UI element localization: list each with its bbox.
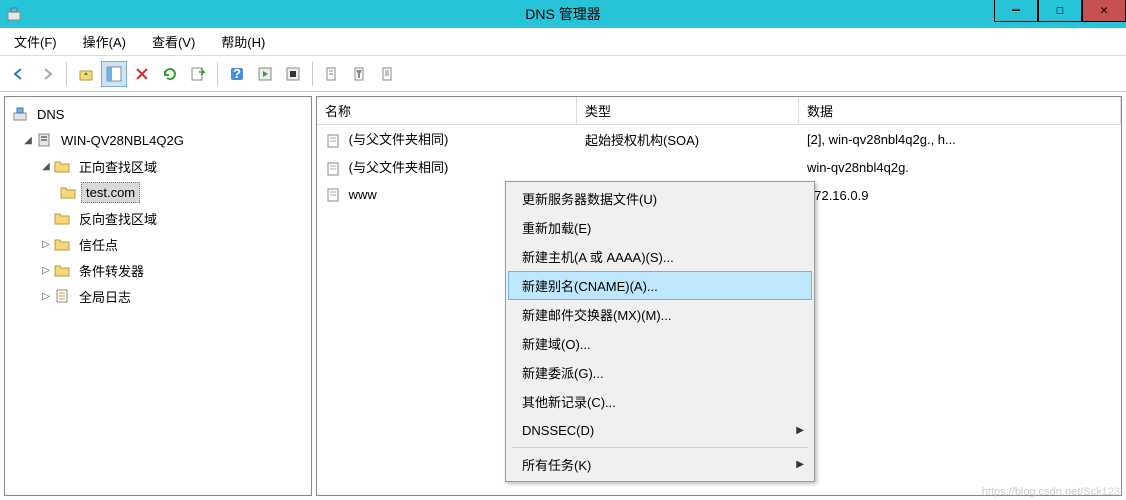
stop-button[interactable]: [280, 61, 306, 87]
server-icon: [35, 131, 53, 149]
toolbar: ?: [0, 56, 1126, 92]
new-item-button[interactable]: [319, 61, 345, 87]
ctx-label: 所有任务(K): [522, 455, 591, 474]
folder-icon: [53, 261, 71, 279]
ctx-dnssec[interactable]: DNSSEC(D) ▶: [508, 416, 812, 445]
cell-text: www: [349, 187, 377, 202]
ctx-new-domain[interactable]: 新建域(O)...: [508, 329, 812, 358]
tree-label: DNS: [33, 105, 68, 124]
ctx-new-delegation[interactable]: 新建委派(G)...: [508, 358, 812, 387]
tree-root-dns[interactable]: DNS: [7, 101, 309, 127]
properties-button[interactable]: [375, 61, 401, 87]
folder-icon: [53, 157, 71, 175]
forward-button[interactable]: [34, 61, 60, 87]
window-title: DNS 管理器: [525, 4, 600, 24]
menu-help[interactable]: 帮助(H): [217, 28, 269, 55]
toolbar-separator: [312, 62, 313, 86]
tree-label: test.com: [81, 182, 140, 203]
list-row[interactable]: (与父文件夹相同) win-qv28nbl4q2g.: [317, 153, 1121, 181]
list-row[interactable]: (与父文件夹相同) 起始授权机构(SOA) [2], win-qv28nbl4q…: [317, 125, 1121, 153]
delete-button[interactable]: [129, 61, 155, 87]
tree-conditional-forwarders[interactable]: ▷ 条件转发器: [7, 257, 309, 283]
ctx-label: DNSSEC(D): [522, 423, 594, 438]
tree-forward-zone[interactable]: ◢ 正向查找区域: [7, 153, 309, 179]
menu-view[interactable]: 查看(V): [148, 28, 199, 55]
tree-server[interactable]: ◢ WIN-QV28NBL4Q2G: [7, 127, 309, 153]
submenu-arrow-icon: ▶: [796, 459, 804, 470]
refresh-button[interactable]: [157, 61, 183, 87]
dns-icon: [11, 105, 29, 123]
window-controls: — ☐ ✕: [994, 0, 1126, 22]
ctx-reload[interactable]: 重新加载(E): [508, 213, 812, 242]
record-icon: [325, 133, 341, 149]
cell-name: (与父文件夹相同): [317, 155, 577, 179]
ctx-new-cname[interactable]: 新建别名(CNAME)(A)...: [508, 271, 812, 300]
tree-label: 正向查找区域: [75, 155, 161, 178]
ctx-new-host[interactable]: 新建主机(A 或 AAAA)(S)...: [508, 242, 812, 271]
tree-trust-points[interactable]: ▷ 信任点: [7, 231, 309, 257]
cell-data: [2], win-qv28nbl4q2g., h...: [799, 130, 1121, 149]
export-button[interactable]: [185, 61, 211, 87]
list-header: 名称 类型 数据: [317, 97, 1121, 125]
tree-label: WIN-QV28NBL4Q2G: [57, 131, 188, 150]
ctx-new-mx[interactable]: 新建邮件交换器(MX)(M)...: [508, 300, 812, 329]
expand-icon[interactable]: ▷: [39, 265, 53, 276]
minimize-button[interactable]: —: [994, 0, 1038, 22]
close-button[interactable]: ✕: [1082, 0, 1126, 22]
folder-icon: [59, 183, 77, 201]
up-folder-button[interactable]: [73, 61, 99, 87]
ctx-separator: [512, 447, 808, 448]
tree-global-logs[interactable]: ▷ 全局日志: [7, 283, 309, 309]
tree-panel: DNS ◢ WIN-QV28NBL4Q2G ◢ 正向查找区域 test.com …: [4, 96, 312, 496]
col-header-type[interactable]: 类型: [577, 97, 799, 124]
submenu-arrow-icon: ▶: [796, 425, 804, 436]
run-button[interactable]: [252, 61, 278, 87]
cell-data: win-qv28nbl4q2g.: [799, 158, 1121, 177]
back-button[interactable]: [6, 61, 32, 87]
col-header-name[interactable]: 名称: [317, 97, 577, 124]
menu-file[interactable]: 文件(F): [10, 28, 61, 55]
show-tree-button[interactable]: [101, 61, 127, 87]
cell-type: 起始授权机构(SOA): [577, 128, 799, 151]
record-icon: [325, 161, 341, 177]
col-header-data[interactable]: 数据: [799, 97, 1121, 124]
folder-icon: [53, 209, 71, 227]
cell-name: (与父文件夹相同): [317, 127, 577, 151]
menubar: 文件(F) 操作(A) 查看(V) 帮助(H): [0, 28, 1126, 56]
collapse-icon[interactable]: ◢: [39, 161, 53, 172]
tree-label: 反向查找区域: [75, 207, 161, 230]
titlebar: DNS 管理器 — ☐ ✕: [0, 0, 1126, 28]
app-icon: [6, 6, 22, 22]
expand-icon[interactable]: ▷: [39, 291, 53, 302]
toolbar-separator: [66, 62, 67, 86]
help-button[interactable]: ?: [224, 61, 250, 87]
menu-action[interactable]: 操作(A): [79, 28, 130, 55]
cell-type: [577, 165, 799, 169]
folder-icon: [53, 235, 71, 253]
ctx-update-server-data[interactable]: 更新服务器数据文件(U): [508, 184, 812, 213]
tree-label: 条件转发器: [75, 259, 148, 282]
cell-text: (与父文件夹相同): [349, 160, 449, 175]
ctx-all-tasks[interactable]: 所有任务(K) ▶: [508, 450, 812, 479]
context-menu: 更新服务器数据文件(U) 重新加载(E) 新建主机(A 或 AAAA)(S)..…: [505, 181, 815, 482]
svg-text:?: ?: [233, 66, 241, 81]
log-icon: [53, 287, 71, 305]
record-icon: [325, 187, 341, 203]
tree-label: 信任点: [75, 233, 122, 256]
cell-text: (与父文件夹相同): [349, 132, 449, 147]
tree-label: 全局日志: [75, 285, 135, 308]
toolbar-separator: [217, 62, 218, 86]
ctx-other-records[interactable]: 其他新记录(C)...: [508, 387, 812, 416]
filter-button[interactable]: [347, 61, 373, 87]
maximize-button[interactable]: ☐: [1038, 0, 1082, 22]
expand-icon[interactable]: ▷: [39, 239, 53, 250]
tree-domain-testcom[interactable]: test.com: [7, 179, 309, 205]
cell-data: 172.16.0.9: [799, 186, 1121, 205]
collapse-icon[interactable]: ◢: [21, 135, 35, 146]
tree-reverse-zone[interactable]: 反向查找区域: [7, 205, 309, 231]
